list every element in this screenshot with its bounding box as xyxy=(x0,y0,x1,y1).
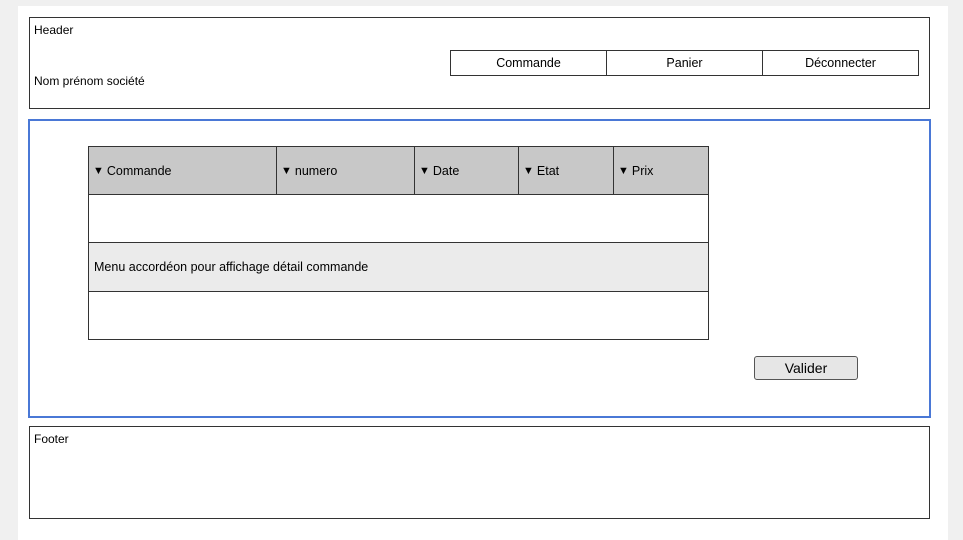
sort-down-icon: ▼ xyxy=(419,164,430,177)
footer-title: Footer xyxy=(34,432,69,446)
nav-commande-button[interactable]: Commande xyxy=(451,51,606,75)
sort-down-icon: ▼ xyxy=(618,164,629,177)
user-info: Nom prénom société xyxy=(34,74,145,88)
table-header: ▼ Commande ▼ numero ▼ Date ▼ Etat ▼ Prix xyxy=(89,147,708,195)
sort-down-icon: ▼ xyxy=(523,164,534,177)
orders-table: ▼ Commande ▼ numero ▼ Date ▼ Etat ▼ Prix… xyxy=(88,146,709,340)
accordion-row[interactable]: Menu accordéon pour affichage détail com… xyxy=(89,243,708,292)
column-header-etat[interactable]: ▼ Etat xyxy=(518,147,613,194)
nav-deconnecter-button[interactable]: Déconnecter xyxy=(762,51,918,75)
column-header-prix[interactable]: ▼ Prix xyxy=(613,147,708,194)
column-header-numero[interactable]: ▼ numero xyxy=(276,147,414,194)
top-nav: Commande Panier Déconnecter xyxy=(450,50,919,76)
column-label: Prix xyxy=(631,163,654,178)
column-label: Etat xyxy=(536,163,560,178)
sort-down-icon: ▼ xyxy=(281,164,292,177)
footer: Footer xyxy=(29,426,930,519)
header-title: Header xyxy=(34,23,74,37)
column-header-commande[interactable]: ▼ Commande xyxy=(89,147,276,194)
column-label: Date xyxy=(432,163,460,178)
table-row[interactable] xyxy=(89,195,708,243)
nav-panier-button[interactable]: Panier xyxy=(606,51,762,75)
table-row[interactable] xyxy=(89,292,708,339)
main-content: ▼ Commande ▼ numero ▼ Date ▼ Etat ▼ Prix… xyxy=(28,119,931,418)
validate-button[interactable]: Valider xyxy=(754,356,858,380)
column-label: numero xyxy=(294,163,338,178)
header: Header Nom prénom société Commande Panie… xyxy=(29,17,930,109)
column-label: Commande xyxy=(106,163,172,178)
column-header-date[interactable]: ▼ Date xyxy=(414,147,518,194)
sort-down-icon: ▼ xyxy=(93,164,104,177)
